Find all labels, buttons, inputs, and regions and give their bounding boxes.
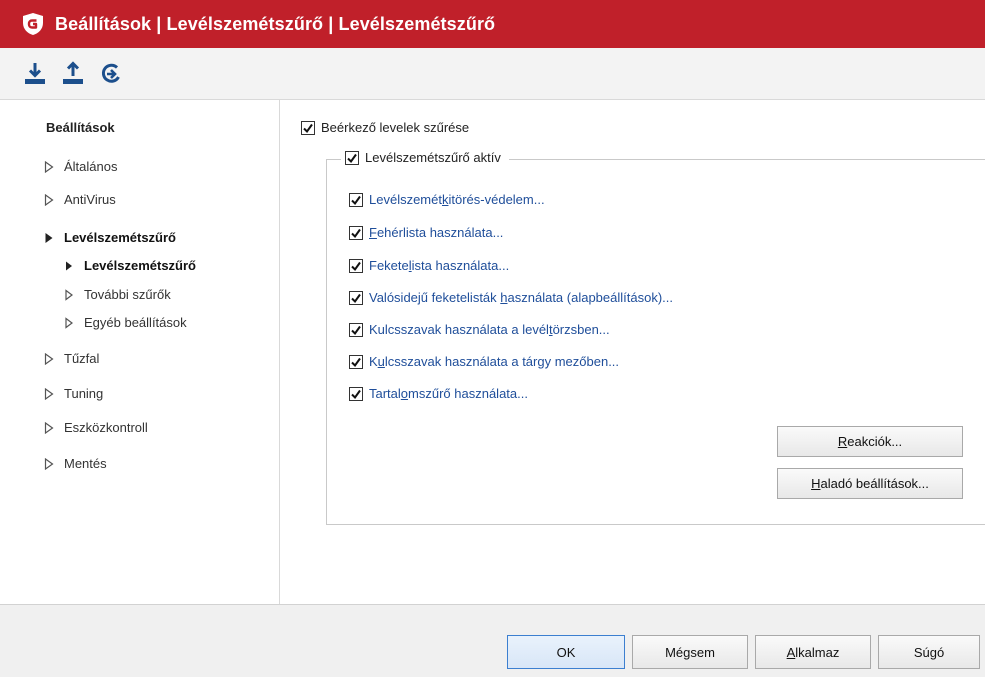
selected-triangle-icon [62, 259, 76, 273]
expand-triangle-icon [42, 421, 56, 435]
toolbar [0, 48, 985, 100]
expand-triangle-icon [42, 387, 56, 401]
option-link[interactable]: Feketelista használata... [369, 258, 509, 273]
sidebar-item-label: Eszközkontroll [64, 420, 148, 435]
sidebar-item-label: Levélszemétszűrő [84, 258, 196, 273]
sidebar-item-label: Tűzfal [64, 351, 100, 366]
gdata-shield-icon [23, 13, 43, 35]
sidebar-heading: Beállítások [46, 120, 115, 135]
sidebar-item-label: További szűrők [84, 287, 171, 302]
apply-button[interactable]: Alkalmaz [755, 635, 871, 669]
sidebar-subitem-other-settings[interactable]: Egyéb beállítások [62, 315, 187, 330]
option-keywords-subject[interactable]: Kulcsszavak használata a tárgy mezőben..… [349, 354, 619, 369]
checkbox-checked-icon [349, 386, 363, 401]
expand-triangle-icon [42, 457, 56, 471]
incoming-filter-checkbox[interactable]: Beérkező levelek szűrése [301, 120, 469, 135]
expand-triangle-icon [62, 316, 76, 330]
option-link[interactable]: Valósidejű feketelisták használata (alap… [369, 290, 673, 305]
option-link[interactable]: Kulcsszavak használata a levéltörzsben..… [369, 322, 610, 337]
option-link[interactable]: Kulcsszavak használata a tárgy mezőben..… [369, 354, 619, 369]
sidebar-item-tuning[interactable]: Tuning [42, 386, 103, 401]
window-title: Beállítások | Levélszemétszűrő | Levélsz… [55, 13, 496, 34]
cancel-button[interactable]: Mégsem [632, 635, 748, 669]
sidebar-item-label: Levélszemétszűrő [64, 230, 176, 245]
option-keywords-body[interactable]: Kulcsszavak használata a levéltörzsben..… [349, 322, 610, 337]
settings-sidebar: Beállítások Általános AntiVirus Levélsze… [0, 100, 280, 604]
option-realtime-blacklists[interactable]: Valósidejű feketelisták használata (alap… [349, 290, 673, 305]
option-spam-outbreak-shield[interactable]: Levélszemétkitörés-védelem... [349, 192, 545, 207]
dialog-footer: OK Mégsem Alkalmaz Súgó [0, 604, 985, 677]
checkbox-checked-icon [349, 225, 363, 240]
sidebar-item-label: Tuning [64, 386, 104, 401]
import-button[interactable] [20, 59, 50, 89]
sidebar-subitem-additional-filters[interactable]: További szűrők [62, 287, 171, 302]
import-icon [25, 62, 45, 84]
option-blacklist[interactable]: Feketelista használata... [349, 258, 509, 273]
expand-triangle-icon [42, 160, 56, 174]
expand-triangle-icon [42, 193, 56, 207]
sidebar-item-label: Mentés [64, 456, 107, 471]
checkbox-checked-icon [349, 290, 363, 305]
sidebar-item-device-control[interactable]: Eszközkontroll [42, 420, 148, 435]
checkbox-checked-icon [349, 258, 363, 273]
sidebar-item-backup[interactable]: Mentés [42, 456, 107, 471]
option-link[interactable]: Tartalomszűrő használata... [369, 386, 528, 401]
sidebar-item-label: Általános [64, 159, 118, 174]
sidebar-item-general[interactable]: Általános [42, 159, 117, 174]
checkbox-checked-icon [349, 354, 363, 369]
option-link[interactable]: Fehérlista használata... [369, 225, 503, 240]
sidebar-item-firewall[interactable]: Tűzfal [42, 351, 99, 366]
reset-icon [101, 63, 120, 83]
export-button[interactable] [58, 59, 88, 89]
reset-button[interactable] [96, 59, 126, 89]
expand-triangle-icon [42, 352, 56, 366]
sidebar-item-label: AntiVirus [64, 192, 116, 207]
sidebar-item-label: Egyéb beállítások [84, 315, 187, 330]
checkbox-checked-icon [349, 192, 363, 207]
ok-button[interactable]: OK [507, 635, 625, 669]
advanced-settings-button[interactable]: Haladó beállítások... [777, 468, 963, 499]
checkbox-checked-icon [349, 322, 363, 337]
option-link[interactable]: Levélszemétkitörés-védelem... [369, 192, 545, 207]
reactions-button[interactable]: Reakciók... [777, 426, 963, 457]
settings-content: Beérkező levelek szűrése Levélszemétszűr… [281, 100, 985, 604]
help-button[interactable]: Súgó [878, 635, 980, 669]
checkbox-checked-icon [301, 120, 315, 135]
spam-filter-active-checkbox[interactable]: Levélszemétszűrő aktív [341, 150, 509, 165]
sidebar-subitem-antispam[interactable]: Levélszemétszűrő [62, 258, 196, 273]
export-icon [63, 60, 83, 84]
title-bar: Beállítások | Levélszemétszűrő | Levélsz… [0, 0, 985, 48]
sidebar-item-antivirus[interactable]: AntiVirus [42, 192, 116, 207]
option-whitelist[interactable]: Fehérlista használata... [349, 225, 503, 240]
option-content-filter[interactable]: Tartalomszűrő használata... [349, 386, 528, 401]
expanded-triangle-icon [42, 231, 56, 245]
sidebar-item-antispam[interactable]: Levélszemétszűrő [42, 230, 176, 245]
checkbox-checked-icon [345, 150, 359, 165]
expand-triangle-icon [62, 288, 76, 302]
